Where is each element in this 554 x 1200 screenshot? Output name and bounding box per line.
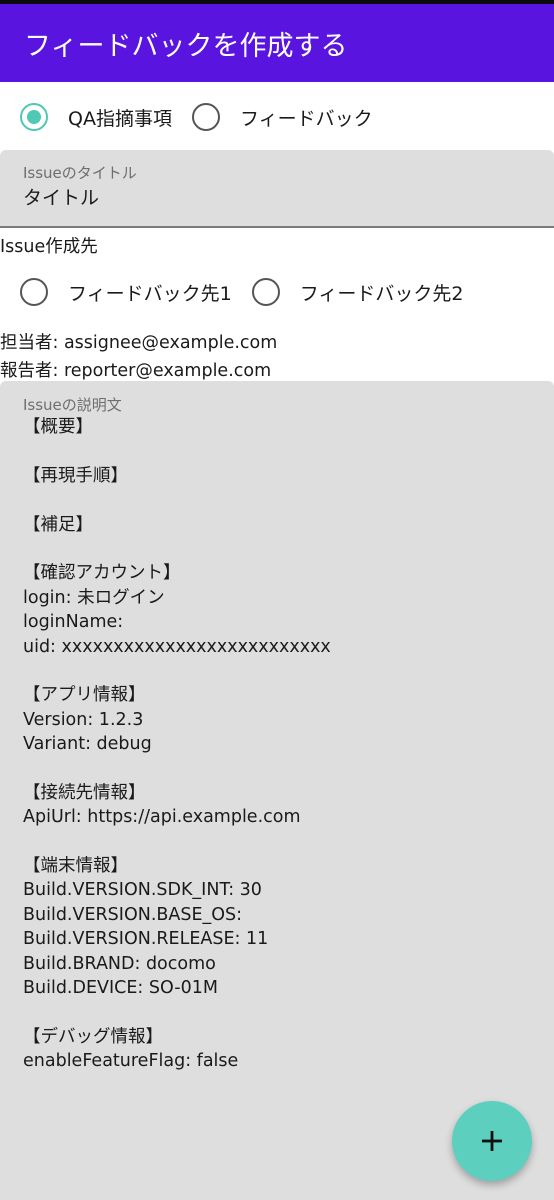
- description-line: [23, 537, 533, 561]
- description-line: Build.DEVICE: SO-01M: [23, 977, 218, 998]
- radio-label-qa: QA指摘事項: [68, 107, 172, 130]
- plus-icon: [482, 1131, 502, 1151]
- description-line: 【デバッグ情報】: [23, 1026, 163, 1047]
- radio-option-qa[interactable]: QA指摘事項: [20, 103, 172, 131]
- description-line: [23, 830, 533, 854]
- description-line: [23, 488, 533, 512]
- description-line: Variant: debug: [23, 734, 152, 755]
- description-line: 【補足】: [23, 514, 93, 535]
- assignee-text: 担当者: assignee@example.com: [0, 333, 278, 353]
- description-line: 【確認アカウント】: [23, 563, 181, 584]
- radio-label-feedback: フィードバック: [239, 107, 373, 130]
- issue-title-label: Issueのタイトル: [23, 164, 137, 182]
- description-line: [23, 659, 533, 683]
- description-line: login: 未ログイン: [23, 587, 165, 608]
- radio-option-destination-1[interactable]: フィードバック先1: [20, 278, 232, 306]
- description-line: [23, 439, 533, 463]
- description-line: Build.VERSION.RELEASE: 11: [23, 929, 269, 950]
- description-line: 【接続先情報】: [23, 782, 146, 803]
- radio-button-destination-2[interactable]: [251, 278, 280, 306]
- description-line: Build.VERSION.SDK_INT: 30: [23, 880, 262, 901]
- description-line: 【アプリ情報】: [23, 685, 146, 706]
- description-line: 【端末情報】: [23, 856, 128, 877]
- radio-label-destination-1: フィードバック先1: [68, 282, 232, 305]
- issue-description-field[interactable]: Issueの説明文 【概要】 【再現手順】 【補足】 【確認アカウント】 log…: [0, 381, 554, 1200]
- description-line: 【概要】: [23, 417, 93, 437]
- radio-button-qa[interactable]: [20, 103, 48, 131]
- description-line: Build.BRAND: docomo: [23, 953, 216, 974]
- add-button[interactable]: [452, 1101, 532, 1181]
- radio-option-destination-2[interactable]: フィードバック先2: [251, 278, 464, 306]
- description-line: loginName:: [23, 612, 124, 633]
- issue-title-input[interactable]: タイトル: [23, 183, 99, 210]
- reporter-text: 報告者: reporter@example.com: [0, 361, 272, 381]
- description-line: [23, 756, 533, 780]
- description-line: enableFeatureFlag: false: [23, 1051, 239, 1072]
- destination-radio-group: フィードバック先1 フィードバック先2: [0, 272, 554, 312]
- issue-title-field[interactable]: Issueのタイトル タイトル: [0, 150, 554, 228]
- radio-button-feedback[interactable]: [191, 103, 220, 131]
- description-line: Build.VERSION.BASE_OS:: [23, 904, 243, 925]
- page-title: フィードバックを作成する: [24, 30, 348, 62]
- app-bar: フィードバックを作成する: [0, 4, 554, 82]
- destination-heading: Issue作成先: [0, 237, 98, 257]
- radio-option-feedback[interactable]: フィードバック: [191, 103, 373, 131]
- description-line: ApiUrl: https://api.example.com: [23, 807, 301, 828]
- description-line: Version: 1.2.3: [23, 709, 144, 730]
- type-radio-group: QA指摘事項 フィードバック: [0, 97, 554, 137]
- radio-label-destination-2: フィードバック先2: [299, 282, 464, 305]
- issue-description-input[interactable]: 【概要】 【再現手順】 【補足】 【確認アカウント】 login: 未ログイン …: [23, 415, 533, 1074]
- issue-description-label: Issueの説明文: [23, 396, 122, 414]
- radio-button-destination-1[interactable]: [20, 278, 48, 306]
- description-line: uid: xxxxxxxxxxxxxxxxxxxxxxxxxx: [23, 636, 331, 657]
- description-line: 【再現手順】: [23, 465, 128, 486]
- description-line: [23, 1000, 533, 1024]
